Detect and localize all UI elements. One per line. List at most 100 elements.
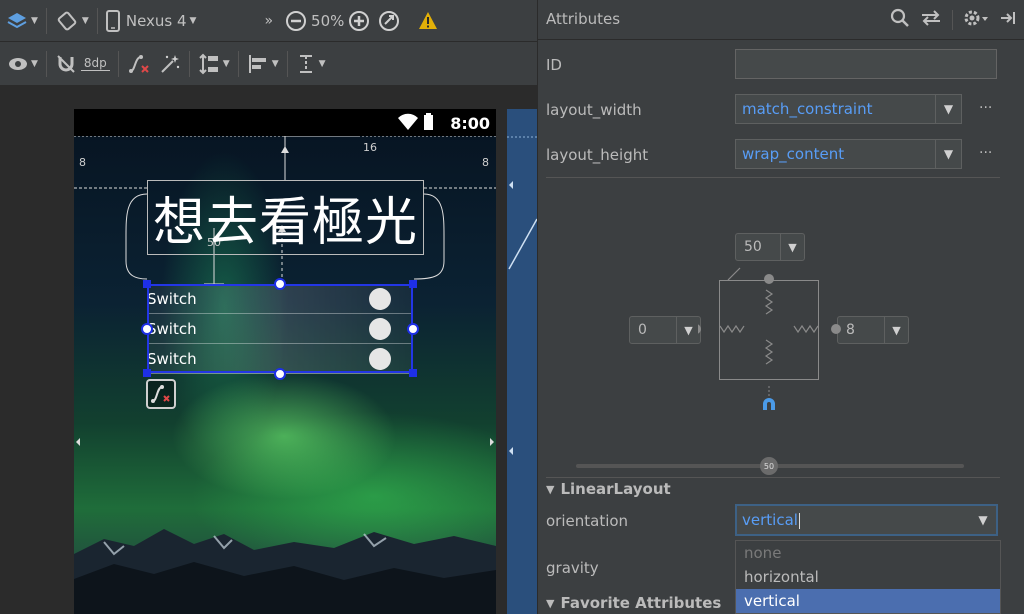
side-markers (76, 438, 494, 446)
resize-handle[interactable] (409, 369, 417, 377)
layout-height-label: layout_height (546, 146, 649, 164)
section-header-linearlayout[interactable]: ▼ LinearLayout (546, 480, 671, 498)
design-toolbar: ▼ ▼ Nexus 4 ▼ » 50% (0, 0, 537, 42)
header-separator (952, 10, 953, 30)
default-margin-value: 8dp (80, 56, 110, 71)
left-anchor-handle[interactable] (141, 323, 153, 335)
attributes-header: Attributes (538, 0, 1024, 40)
toolbar-separator (45, 7, 47, 34)
device-selector[interactable]: Nexus 4 ▼ (105, 6, 196, 36)
toolbar-separator (45, 50, 47, 77)
panel-title: Attributes (546, 10, 621, 28)
chevron-down-icon: ▼ (884, 317, 908, 343)
default-margin-button[interactable]: 8dp (80, 49, 110, 79)
search-icon[interactable] (890, 8, 910, 32)
mountain-silhouette (74, 529, 496, 614)
zoom-fit-icon[interactable] (378, 6, 400, 36)
layout-width-label: layout_width (546, 101, 642, 119)
align-icon[interactable]: ▼ (247, 49, 279, 79)
eye-icon[interactable]: ▼ (8, 49, 38, 79)
constraint-toolbar: ▼ 8dp ▼ ▼ ▼ (0, 42, 537, 86)
chevron-down-icon: ▼ (780, 234, 804, 260)
orientation-value: vertical (742, 511, 798, 529)
id-label: ID (546, 56, 562, 74)
resize-handle[interactable] (143, 280, 151, 288)
more-actions-button[interactable]: » (264, 6, 273, 36)
hide-panel-icon[interactable] (999, 9, 1017, 31)
attributes-panel: Attributes ID layout_width match_constra… (537, 0, 1024, 614)
guideline-icon[interactable]: ▼ (296, 49, 326, 79)
chevron-down-icon: ▼ (935, 140, 961, 168)
left-margin-value: 0 (638, 322, 647, 338)
design-area: ▼ ▼ Nexus 4 ▼ » 50% ▼ 8dp ▼ ▼ ▼ 8:00 16 … (0, 0, 537, 614)
gear-icon[interactable] (963, 8, 989, 32)
title-textview[interactable]: 想去看極光 (147, 180, 424, 255)
baseline-magnet-icon[interactable] (760, 396, 778, 416)
selected-linearlayout[interactable] (147, 284, 413, 373)
device-name: Nexus 4 (125, 11, 187, 30)
layout-width-select[interactable]: match_constraint ▼ (735, 94, 962, 124)
left-margin-select[interactable]: 0 ▼ (629, 316, 701, 344)
orientation-select[interactable]: vertical ▼ (735, 504, 998, 536)
warning-icon[interactable] (418, 6, 438, 36)
section-divider (546, 477, 1000, 478)
section-title: LinearLayout (560, 480, 671, 498)
chevron-down-icon: ▼ (676, 317, 700, 343)
zoom-in-icon[interactable] (348, 6, 370, 36)
layout-height-select[interactable]: wrap_content ▼ (735, 139, 962, 169)
section-divider (546, 177, 1000, 178)
swap-view-icon[interactable] (920, 8, 942, 32)
blueprint-lines (507, 136, 537, 455)
infer-constraints-icon[interactable] (159, 49, 181, 79)
id-field[interactable] (735, 49, 997, 79)
section-header-favorites[interactable]: ▼ Favorite Attributes (546, 594, 721, 612)
gravity-label: gravity (546, 559, 599, 577)
expand-triangle-icon: ▼ (546, 482, 555, 496)
orientation-label: orientation (546, 512, 629, 530)
dropdown-option[interactable]: none (736, 541, 1000, 565)
toolbar-separator (286, 50, 288, 77)
chevron-down-icon: ▼ (978, 513, 988, 527)
layers-icon[interactable]: ▼ (6, 6, 38, 36)
status-time: 8:00 (450, 114, 490, 133)
top-margin-select[interactable]: 50 ▼ (735, 233, 805, 261)
toolbar-separator (117, 50, 119, 77)
screen-content: 16 8 8 50 想去看極光 Switch Switch Switch (74, 136, 496, 614)
right-margin-value: 8 (846, 322, 855, 338)
layout-width-more-button[interactable]: ··· (979, 100, 992, 116)
bias-slider-thumb[interactable]: 50 (760, 457, 778, 475)
zoom-level: 50% (311, 11, 345, 30)
chevron-down-icon: ▼ (935, 95, 961, 123)
pack-icon[interactable]: ▼ (198, 49, 230, 79)
toolbar-separator (188, 50, 190, 77)
expand-triangle-icon: ▼ (546, 596, 555, 610)
bottom-anchor-handle[interactable] (274, 368, 286, 380)
resize-handle[interactable] (409, 280, 417, 288)
clear-constraints-button[interactable] (146, 379, 176, 409)
dropdown-option[interactable]: vertical (736, 589, 1000, 613)
right-anchor-handle[interactable] (407, 323, 419, 335)
layout-height-value: wrap_content (742, 145, 845, 163)
right-margin-select[interactable]: 8 ▼ (837, 316, 909, 344)
magnet-off-icon[interactable] (55, 49, 77, 79)
layout-editor: ▼ ▼ Nexus 4 ▼ » 50% ▼ 8dp ▼ ▼ ▼ 8:00 16 … (0, 0, 1024, 614)
toolbar-separator (237, 50, 239, 77)
zoom-out-icon[interactable] (285, 6, 307, 36)
wifi-battery-icon (396, 113, 436, 135)
rotate-icon[interactable]: ▼ (55, 6, 89, 36)
blueprint-preview (507, 109, 537, 614)
toolbar-separator (96, 7, 98, 34)
top-anchor-handle[interactable] (274, 278, 286, 290)
dropdown-option[interactable]: horizontal (736, 565, 1000, 589)
top-margin-value: 50 (744, 239, 762, 255)
top-margin-label: 16 (363, 141, 377, 154)
layout-height-more-button[interactable]: ··· (979, 145, 992, 161)
device-preview: 8:00 16 8 8 50 想去看極光 Switch Switch Switc… (74, 109, 496, 614)
clear-constraints-icon[interactable] (127, 49, 151, 79)
orientation-dropdown: none horizontal vertical (735, 540, 1001, 614)
right-margin-label: 8 (482, 156, 489, 169)
text-caret (798, 512, 800, 529)
left-margin-label: 8 (79, 156, 86, 169)
resize-handle[interactable] (143, 369, 151, 377)
section-title: Favorite Attributes (560, 594, 722, 612)
